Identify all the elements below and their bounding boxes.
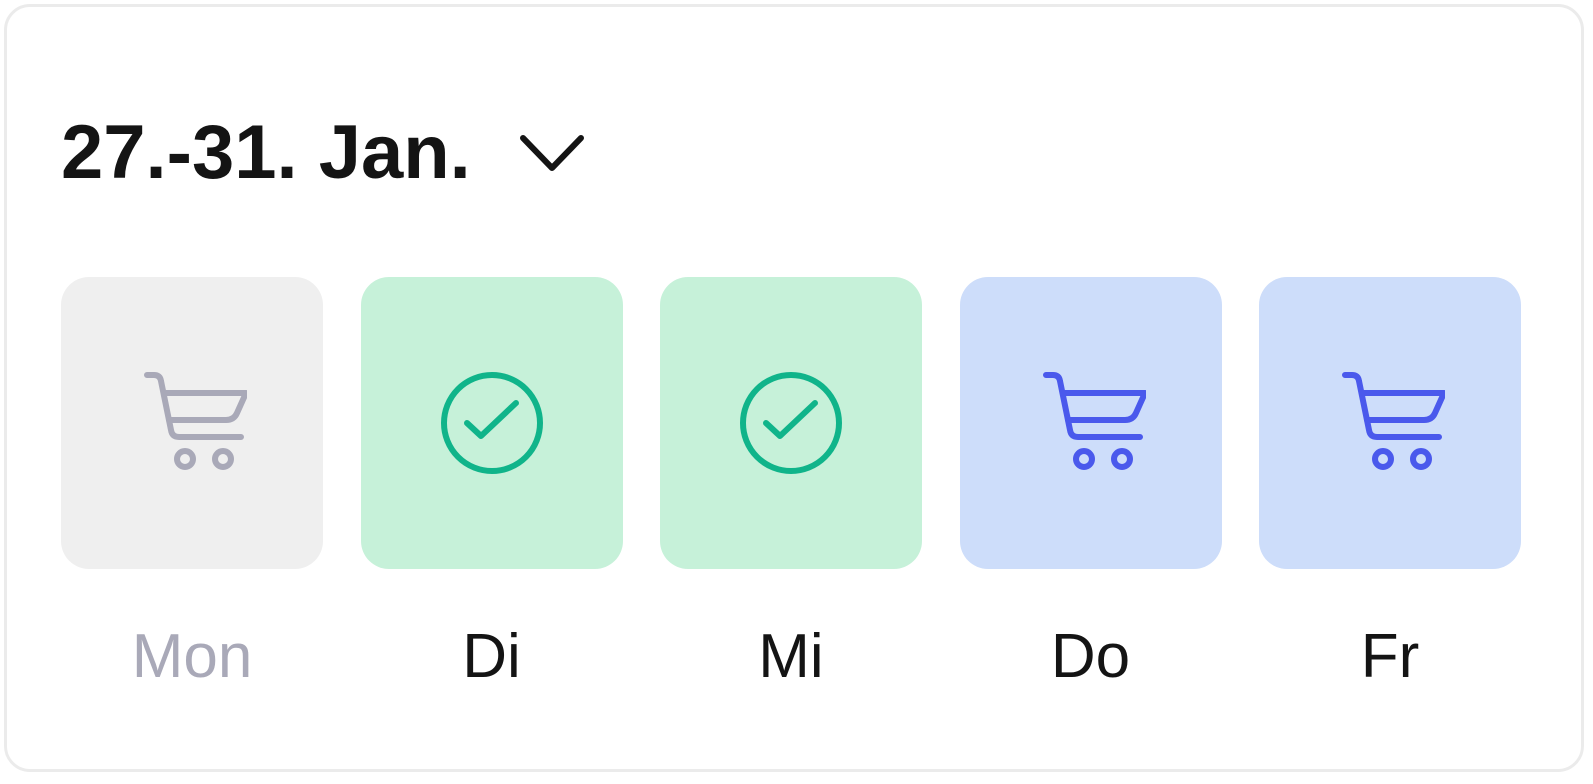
- day-tile[interactable]: [61, 277, 323, 569]
- check-circle-icon: [740, 372, 842, 474]
- day-list: Mon Di Mi Do Fr: [61, 277, 1521, 717]
- day-friday[interactable]: Fr: [1259, 277, 1521, 717]
- day-tile[interactable]: [360, 277, 623, 569]
- week-selector[interactable]: 27.-31. Jan.: [61, 111, 587, 195]
- day-label: Mi: [758, 622, 824, 691]
- day-wednesday[interactable]: Mi: [660, 277, 922, 717]
- day-tuesday[interactable]: Di: [360, 277, 623, 717]
- day-tile[interactable]: [1259, 277, 1521, 569]
- day-tile[interactable]: [660, 277, 922, 569]
- week-order-card: 27.-31. Jan. Mon Di Mi Do Fr: [4, 4, 1584, 772]
- day-label: Mon: [131, 622, 253, 691]
- day-label: Do: [1050, 622, 1131, 691]
- day-monday[interactable]: Mon: [61, 277, 323, 717]
- day-thursday[interactable]: Do: [959, 277, 1222, 717]
- shopping-cart-icon: [1342, 372, 1445, 470]
- day-label: Fr: [1360, 622, 1420, 691]
- check-circle-icon: [440, 372, 543, 474]
- day-label: Di: [462, 622, 521, 691]
- day-tile[interactable]: [959, 277, 1222, 569]
- week-range-label: 27.-31. Jan.: [61, 110, 471, 195]
- shopping-cart-icon: [1042, 372, 1146, 470]
- shopping-cart-icon: [144, 372, 247, 470]
- chevron-down-icon[interactable]: [517, 128, 587, 178]
